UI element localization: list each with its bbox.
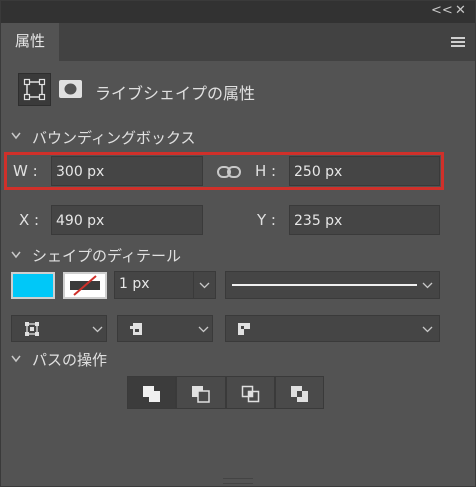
panel-menu-icon[interactable] [451,37,465,49]
panel-header-title: ライブシェイプの属性 [95,84,256,103]
combine-shapes-icon [143,386,160,402]
exclude-overlap-icon [290,386,308,402]
x-field[interactable]: 490 px [51,205,203,235]
chevron-down-icon [422,326,433,333]
align-inside-icon [25,322,39,336]
resize-grip[interactable] [223,478,253,484]
line-join-icon [238,323,250,335]
path-operations-group [127,376,324,409]
collapse-panel-button[interactable]: << [431,3,453,18]
properties-panel: << ✕ 属性 ライブシェイプの属性 バウンディングボックス W : 300 p… [0,0,476,487]
section-collapse-icon[interactable] [11,251,21,259]
stroke-align-select[interactable] [11,315,107,342]
section-shape-details: シェイプのディテール [32,247,181,265]
chevron-down-icon [92,326,103,333]
line-cap-icon [130,323,142,335]
panel-title-bar: << ✕ [1,1,475,23]
y-label: Y : [257,211,276,229]
close-panel-button[interactable]: ✕ [455,3,466,18]
transform-icon[interactable] [18,73,51,106]
stroke-width-value: 1 px [119,276,150,292]
mask-icon[interactable] [58,79,83,99]
exclude-overlap-button[interactable] [274,376,324,409]
chevron-down-icon [198,326,209,333]
section-bounding-box: バウンディングボックス [32,129,196,147]
subtract-front-button[interactable] [176,376,226,409]
solid-line-preview [232,284,417,286]
chevron-down-icon [422,282,433,289]
stroke-type-select[interactable] [225,271,440,299]
chevron-down-icon [199,282,210,289]
fill-color-swatch[interactable] [11,272,55,299]
section-collapse-icon[interactable] [11,132,21,140]
stroke-width-select[interactable]: 1 px [114,271,216,299]
tab-properties[interactable]: 属性 [1,23,59,61]
x-label: X : [19,211,40,229]
section-path-operations: パスの操作 [32,351,108,369]
combine-shapes-button[interactable] [127,376,177,409]
stroke-cap-select[interactable] [117,315,213,342]
stroke-color-swatch[interactable] [63,272,107,299]
y-field[interactable]: 235 px [289,205,440,235]
tab-bar: 属性 [1,23,475,61]
highlight-box [4,152,444,190]
stroke-corner-select[interactable] [225,315,440,342]
intersect-shapes-icon [241,385,259,403]
section-collapse-icon[interactable] [11,355,21,363]
intersect-shapes-button[interactable] [225,376,275,409]
subtract-front-icon [192,386,210,403]
